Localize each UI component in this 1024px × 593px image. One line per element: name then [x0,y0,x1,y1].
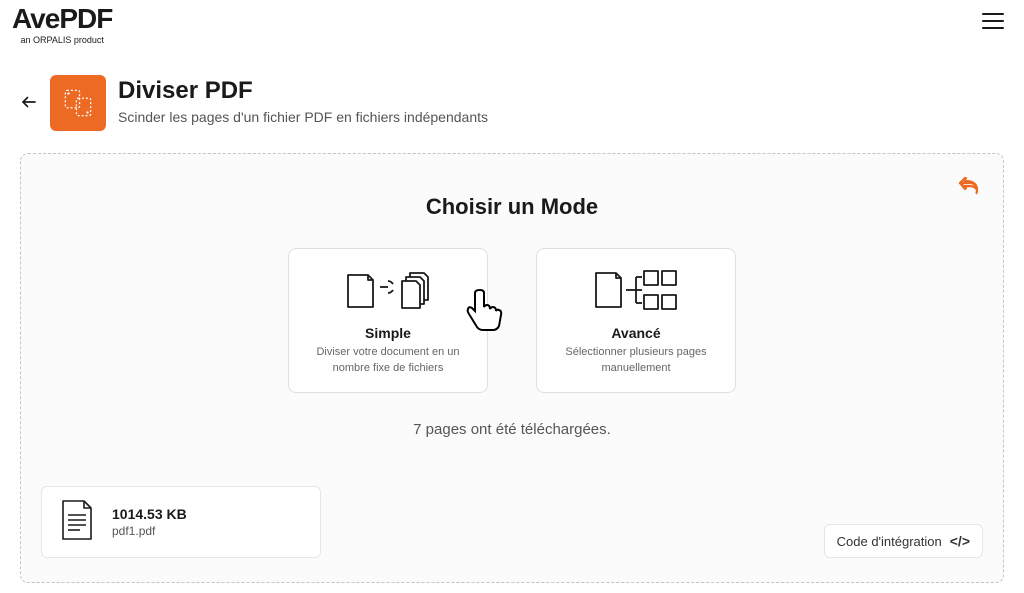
brand-tagline: an ORPALIS product [20,35,103,45]
mode-simple-title: Simple [365,325,411,341]
mode-simple-desc: Diviser votre document en un nombre fixe… [301,345,475,376]
menu-icon[interactable] [982,5,1004,37]
upload-status: 7 pages ont été téléchargées. [41,421,983,438]
mode-simple-icon [338,265,438,315]
uploaded-file-card[interactable]: 1014.53 KB pdf1.pdf [41,486,321,558]
embed-code-label: Code d'intégration [837,534,942,549]
cursor-pointer-icon [463,287,507,340]
mode-advanced-title: Avancé [611,325,660,341]
mode-advanced-icon [586,265,686,315]
back-arrow-icon[interactable] [20,91,38,117]
mode-simple-card[interactable]: Simple Diviser votre document en un nomb… [288,248,488,393]
brand-logo[interactable]: AvePDF an ORPALIS product [12,5,112,45]
page-title: Diviser PDF [118,77,488,105]
undo-icon[interactable] [957,174,981,203]
page-subtitle: Scinder les pages d'un fichier PDF en fi… [118,109,488,125]
main-panel: Choisir un Mode Simple Diviser votre doc… [20,153,1004,583]
mode-advanced-card[interactable]: Avancé Sélectionner plusieurs pages manu… [536,248,736,393]
mode-advanced-desc: Sélectionner plusieurs pages manuellemen… [549,345,723,376]
mode-heading: Choisir un Mode [41,194,983,220]
split-pdf-tool-icon [50,75,106,131]
brand-name: AvePDF [12,5,112,33]
embed-code-button[interactable]: Code d'intégration </> [824,524,983,558]
code-icon: </> [950,533,970,549]
file-size: 1014.53 KB [112,506,187,522]
file-name: pdf1.pdf [112,524,187,538]
file-doc-icon [60,499,94,546]
